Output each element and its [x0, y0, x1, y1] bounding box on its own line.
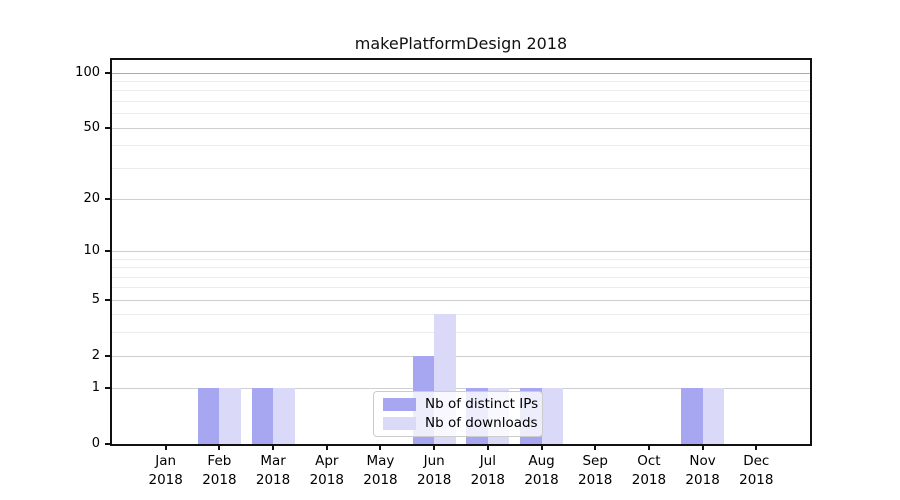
legend: Nb of distinct IPs Nb of downloads	[373, 391, 543, 437]
grid-line-major-5	[112, 300, 810, 301]
y-tick-mark-1	[105, 387, 112, 389]
legend-label-distinct-ips: Nb of distinct IPs	[425, 397, 538, 412]
x-tick-label-nov-2018: Nov2018	[675, 452, 731, 490]
grid-line-major-50	[112, 128, 810, 129]
grid-line-minor-3	[112, 332, 810, 333]
x-tick-mark-oct-2018	[648, 444, 650, 450]
y-tick-label-10: 10	[36, 242, 100, 260]
grid-line-major-2	[112, 356, 810, 357]
grid-line-major-100	[112, 73, 810, 74]
chart-title: makePlatformDesign 2018	[112, 34, 810, 54]
x-tick-mark-aug-2018	[541, 444, 543, 450]
grid-line-minor-70	[112, 101, 810, 102]
legend-item-distinct-ips: Nb of distinct IPs	[383, 397, 533, 412]
y-tick-mark-2	[105, 355, 112, 357]
x-tick-label-jul-2018: Jul2018	[460, 452, 516, 490]
y-tick-label-100: 100	[36, 64, 100, 82]
x-tick-label-jun-2018: Jun2018	[406, 452, 462, 490]
x-tick-label-aug-2018: Aug2018	[514, 452, 570, 490]
bar-nb-of-downloads-feb-2018	[219, 388, 241, 444]
x-tick-label-oct-2018: Oct2018	[621, 452, 677, 490]
grid-line-minor-8	[112, 267, 810, 268]
x-tick-label-apr-2018: Apr2018	[299, 452, 355, 490]
x-tick-label-sep-2018: Sep2018	[567, 452, 623, 490]
x-tick-mark-may-2018	[379, 444, 381, 450]
y-tick-label-0: 0	[36, 435, 100, 453]
x-tick-mark-jun-2018	[433, 444, 435, 450]
x-tick-label-feb-2018: Feb2018	[191, 452, 247, 490]
grid-line-minor-90	[112, 81, 810, 82]
y-tick-mark-20	[105, 198, 112, 200]
x-tick-mark-mar-2018	[272, 444, 274, 450]
bar-nb-of-downloads-mar-2018	[273, 388, 295, 444]
x-tick-label-dec-2018: Dec2018	[728, 452, 784, 490]
bar-nb-of-downloads-nov-2018	[703, 388, 725, 444]
grid-line-minor-9	[112, 259, 810, 260]
bar-nb-of-distinct-ips-mar-2018	[252, 388, 274, 444]
y-tick-mark-50	[105, 127, 112, 129]
grid-line-major-10	[112, 251, 810, 252]
x-tick-mark-dec-2018	[755, 444, 757, 450]
x-tick-mark-sep-2018	[594, 444, 596, 450]
x-tick-mark-feb-2018	[218, 444, 220, 450]
legend-item-downloads: Nb of downloads	[383, 416, 533, 431]
x-tick-mark-apr-2018	[326, 444, 328, 450]
grid-line-minor-4	[112, 314, 810, 315]
grid-line-minor-80	[112, 90, 810, 91]
bar-nb-of-distinct-ips-nov-2018	[681, 388, 703, 444]
x-tick-label-mar-2018: Mar2018	[245, 452, 301, 490]
grid-line-minor-6	[112, 287, 810, 288]
bar-nb-of-downloads-aug-2018	[542, 388, 564, 444]
legend-swatch-downloads-icon	[383, 417, 416, 430]
y-tick-mark-5	[105, 299, 112, 301]
download-stats-chart: makePlatformDesign 2018 0 1 2 5 10 20 50 100 Ja…	[0, 0, 900, 500]
x-tick-mark-nov-2018	[702, 444, 704, 450]
legend-label-downloads: Nb of downloads	[425, 416, 538, 431]
grid-line-minor-30	[112, 168, 810, 169]
y-tick-label-5: 5	[36, 291, 100, 309]
grid-line-minor-40	[112, 145, 810, 146]
grid-line-major-20	[112, 199, 810, 200]
x-tick-label-may-2018: May2018	[352, 452, 408, 490]
x-tick-mark-jul-2018	[487, 444, 489, 450]
y-tick-mark-10	[105, 250, 112, 252]
y-tick-mark-100	[105, 72, 112, 74]
grid-line-minor-7	[112, 277, 810, 278]
y-tick-label-1: 1	[36, 379, 100, 397]
x-tick-mark-jan-2018	[165, 444, 167, 450]
bar-nb-of-distinct-ips-feb-2018	[198, 388, 220, 444]
grid-line-minor-60	[112, 113, 810, 114]
x-tick-label-jan-2018: Jan2018	[138, 452, 194, 490]
legend-swatch-distinct-ips-icon	[383, 398, 416, 411]
y-tick-label-20: 20	[36, 190, 100, 208]
y-tick-label-2: 2	[36, 347, 100, 365]
plot-area	[112, 60, 810, 444]
y-tick-mark-0	[105, 443, 112, 445]
y-tick-label-50: 50	[36, 119, 100, 137]
